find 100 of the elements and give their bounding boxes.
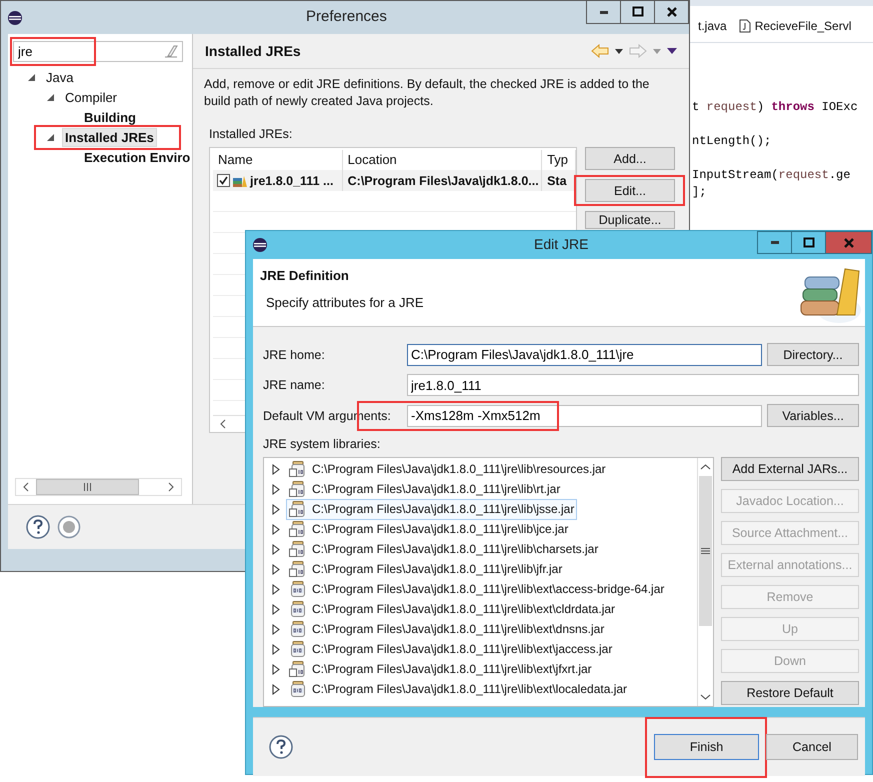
tree-item[interactable]: Compiler bbox=[62, 88, 120, 106]
eclipse-logo-icon bbox=[253, 238, 267, 252]
expand-arrow-icon bbox=[272, 624, 280, 634]
expand-arrow-icon bbox=[272, 564, 280, 574]
view-menu-icon bbox=[667, 48, 677, 54]
button[interactable]: Edit... bbox=[585, 179, 675, 202]
button: Down bbox=[721, 649, 859, 673]
scroll-right-icon bbox=[167, 482, 175, 492]
expand-arrow-icon bbox=[272, 504, 280, 514]
expand-arrow-icon bbox=[272, 464, 280, 474]
library-item[interactable]: C:\Program Files\Java\jdk1.8.0_111\jre\lib\ext\cldrdata.jar bbox=[286, 598, 618, 620]
expand-arrow-icon bbox=[272, 684, 280, 694]
button: Remove bbox=[721, 585, 859, 609]
maximize-button[interactable] bbox=[792, 231, 826, 254]
library-item[interactable]: C:\Program Files\Java\jdk1.8.0_111\jre\lib\ext\dnsns.jar bbox=[286, 618, 608, 640]
code-line: ntLength(); bbox=[692, 133, 772, 150]
eraser-icon bbox=[164, 44, 178, 58]
minimize-button[interactable] bbox=[757, 231, 792, 254]
filter-field[interactable]: jre bbox=[13, 41, 183, 62]
jar-with-document-icon bbox=[289, 461, 307, 477]
window-title: Preferences bbox=[306, 8, 387, 25]
button[interactable]: Add... bbox=[585, 147, 675, 170]
expand-arrow-icon bbox=[272, 584, 280, 594]
minimize-icon bbox=[600, 10, 608, 14]
library-item[interactable]: C:\Program Files\Java\jdk1.8.0_111\jre\lib\jce.jar bbox=[286, 518, 572, 540]
vertical-scrollbar[interactable] bbox=[697, 458, 713, 706]
help-icon bbox=[268, 734, 294, 760]
close-icon bbox=[842, 236, 854, 248]
checkbox[interactable] bbox=[217, 174, 230, 187]
dropdown-icon bbox=[615, 48, 623, 54]
button[interactable]: Add External JARs... bbox=[721, 457, 859, 481]
button: Source Attachment... bbox=[721, 521, 859, 545]
code-line: t request) throws IOExc bbox=[692, 99, 859, 116]
button[interactable]: Duplicate... bbox=[585, 211, 675, 229]
jar-icon bbox=[289, 681, 307, 697]
table-label: Installed JREs: bbox=[208, 126, 294, 141]
grip-icon bbox=[83, 483, 92, 491]
section-label: JRE system libraries: bbox=[263, 436, 382, 453]
field-label: JRE name: bbox=[263, 378, 326, 392]
library-item[interactable]: C:\Program Files\Java\jdk1.8.0_111\jre\lib\ext\jaccess.jar bbox=[286, 638, 616, 660]
jar-with-document-icon bbox=[289, 661, 307, 677]
dialog-heading: JRE Definition bbox=[259, 267, 350, 283]
editor-tab[interactable]: t.java bbox=[698, 19, 727, 33]
horizontal-scrollbar[interactable] bbox=[15, 478, 182, 496]
page-title: Installed JREs bbox=[205, 43, 301, 59]
jar-with-document-icon bbox=[289, 541, 307, 557]
library-item[interactable]: C:\Program Files\Java\jdk1.8.0_111\jre\lib\ext\access-bridge-64.jar bbox=[286, 578, 668, 600]
button[interactable]: Variables... bbox=[767, 404, 859, 427]
tree-item[interactable]: Java bbox=[43, 68, 76, 86]
library-item[interactable]: C:\Program Files\Java\jdk1.8.0_111\jre\lib\jsse.jar bbox=[286, 498, 578, 520]
jar-with-document-icon bbox=[289, 481, 307, 497]
scroll-left-icon bbox=[22, 482, 30, 492]
tree-item[interactable]: Execution Enviro bbox=[81, 148, 194, 166]
description-text: Add, remove or edit JRE definitions. By default, the checked JRE is added to the build path of newly created Java projects. bbox=[203, 76, 650, 110]
jar-with-document-icon bbox=[289, 501, 307, 517]
grip-icon bbox=[701, 547, 710, 555]
expand-arrow-icon bbox=[272, 604, 280, 614]
button: External annotations... bbox=[721, 553, 859, 577]
library-item[interactable]: C:\Program Files\Java\jdk1.8.0_111\jre\lib\resources.jar bbox=[286, 458, 609, 480]
expand-arrow-icon bbox=[272, 484, 280, 494]
close-button[interactable] bbox=[655, 0, 689, 24]
button[interactable]: Directory... bbox=[767, 343, 859, 366]
tree-item[interactable]: Installed JREs bbox=[62, 128, 157, 146]
file-icon bbox=[738, 19, 751, 33]
library-item[interactable]: C:\Program Files\Java\jdk1.8.0_111\jre\lib\ext\localedata.jar bbox=[286, 678, 630, 700]
jar-with-document-icon bbox=[289, 561, 307, 577]
editor-tab[interactable]: RecieveFile_Servl bbox=[738, 19, 852, 33]
tree-item[interactable]: Building bbox=[81, 108, 139, 126]
button[interactable]: Restore Default bbox=[721, 681, 859, 705]
jar-icon bbox=[289, 581, 307, 597]
maximize-button[interactable] bbox=[621, 0, 655, 24]
record-icon bbox=[57, 515, 81, 539]
expand-arrow-icon bbox=[272, 524, 280, 534]
forward-arrow-icon bbox=[629, 44, 647, 58]
button: Up bbox=[721, 617, 859, 641]
text-field[interactable]: jre1.8.0_111 bbox=[407, 374, 859, 396]
text-field[interactable]: -Xms128m -Xmx512m bbox=[407, 404, 762, 426]
eclipse-logo-icon bbox=[8, 10, 22, 24]
field-label: JRE home: bbox=[263, 348, 326, 362]
library-item[interactable]: C:\Program Files\Java\jdk1.8.0_111\jre\lib\rt.jar bbox=[286, 478, 564, 500]
minimize-icon bbox=[770, 241, 778, 244]
books-icon bbox=[233, 174, 247, 186]
scroll-down-icon bbox=[700, 693, 711, 701]
code-line: ]; bbox=[692, 184, 708, 201]
library-item[interactable]: C:\Program Files\Java\jdk1.8.0_111\jre\lib\jfr.jar bbox=[286, 558, 566, 580]
code-line: InputStream(request.ge bbox=[692, 167, 852, 184]
button[interactable]: Finish bbox=[654, 734, 759, 760]
expand-arrow-icon bbox=[272, 544, 280, 554]
library-item[interactable]: C:\Program Files\Java\jdk1.8.0_111\jre\lib\charsets.jar bbox=[286, 538, 602, 560]
dialog-subtitle: Specify attributes for a JRE bbox=[265, 294, 424, 310]
window-title: Edit JRE bbox=[534, 236, 588, 252]
button[interactable]: Cancel bbox=[766, 734, 858, 760]
minimize-button[interactable] bbox=[586, 0, 621, 24]
table-cell: jre1.8.0_111 ... bbox=[250, 174, 334, 188]
scroll-left-icon bbox=[219, 419, 227, 429]
maximize-icon bbox=[802, 236, 814, 248]
text-field[interactable]: C:\Program Files\Java\jdk1.8.0_111\jre bbox=[407, 344, 762, 366]
maximize-icon bbox=[632, 6, 644, 18]
library-item[interactable]: C:\Program Files\Java\jdk1.8.0_111\jre\lib\ext\jfxrt.jar bbox=[286, 658, 595, 680]
dropdown-icon bbox=[653, 48, 661, 54]
